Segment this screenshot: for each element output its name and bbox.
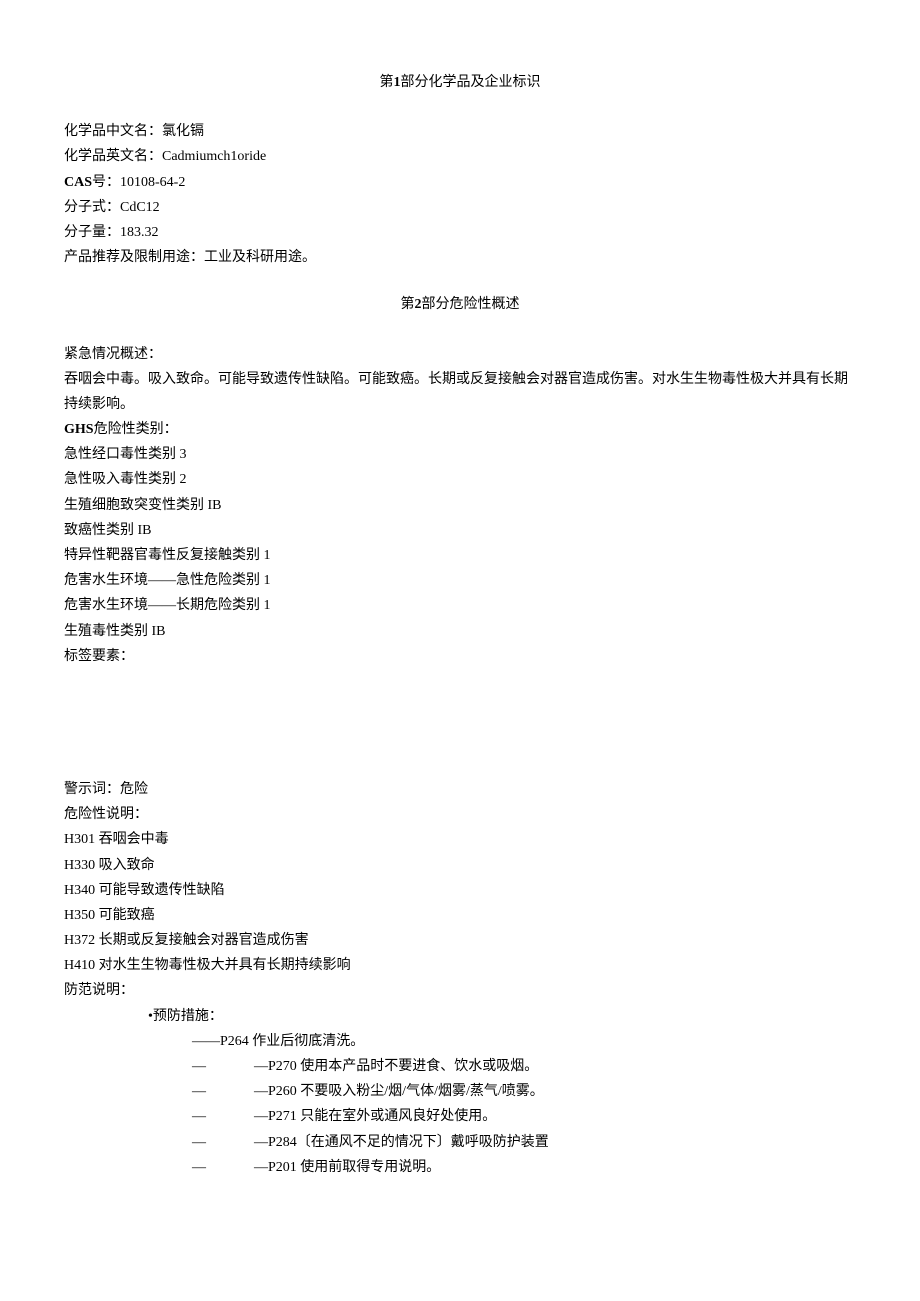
dash: — [192, 1160, 206, 1175]
title-part: 部分化学品及企业标识 [401, 75, 541, 90]
ghs-label: GHS危险性类别： [64, 417, 856, 442]
dash: — [192, 1135, 206, 1150]
dash: — [192, 1059, 206, 1074]
hazard-line: H350 可能致癌 [64, 903, 856, 928]
title-num: 2 [415, 297, 422, 312]
title-part: 第 [380, 75, 394, 90]
hazard-label: 危险性说明： [64, 802, 856, 827]
value: 氯化镉 [162, 124, 204, 139]
label-elem: 标签要素： [64, 644, 856, 669]
section1-content: 化学品中文名：氯化镉 化学品英文名：Cadmiumch1oride CAS号：1… [64, 119, 856, 270]
precaution-line: ——P264 作业后彻底清洗。 [64, 1029, 856, 1054]
field-name-en: 化学品英文名：Cadmiumch1oride [64, 144, 856, 169]
value: 10108-64-2 [120, 175, 185, 190]
precaution-bullet: •预防措施： [64, 1004, 856, 1029]
text: —P260 不要吸入粉尘/烟/气体/烟雾/蒸气/喷雾。 [254, 1084, 544, 1099]
hazard-line: H330 吸入致命 [64, 853, 856, 878]
ghs-line: 生殖毒性类别 IB [64, 619, 856, 644]
precaution-label: 防范说明： [64, 978, 856, 1003]
hazard-line: H301 吞咽会中毒 [64, 827, 856, 852]
section2-content: 紧急情况概述： 吞咽会中毒。吸入致命。可能导致遗传性缺陷。可能致癌。长期或反复接… [64, 342, 856, 1180]
text: —P201 使用前取得专用说明。 [254, 1160, 440, 1175]
title-part: 第 [401, 297, 415, 312]
label-bold: CAS [64, 175, 92, 190]
dash: — [192, 1109, 206, 1124]
label: 号： [92, 175, 120, 190]
label: 警示词： [64, 782, 120, 797]
label: 化学品中文名： [64, 124, 162, 139]
text: —P271 只能在室外或通风良好处使用。 [254, 1109, 496, 1124]
value: Cadmiumch1oride [162, 149, 266, 164]
precaution-line: — —P284〔在通风不足的情况下〕戴呼吸防护装置 [64, 1130, 856, 1155]
field-cas: CAS号：10108-64-2 [64, 170, 856, 195]
title-part: 部分危险性概述 [422, 297, 520, 312]
section1-title: 第1部分化学品及企业标识 [64, 70, 856, 95]
value: 183.32 [120, 225, 159, 240]
ghs-suffix: 危险性类别： [94, 422, 178, 437]
ghs-line: 生殖细胞致突变性类别 IB [64, 493, 856, 518]
field-use: 产品推荐及限制用途：工业及科研用途。 [64, 245, 856, 270]
value: CdC12 [120, 200, 160, 215]
text: —P270 使用本产品时不要进食、饮水或吸烟。 [254, 1059, 538, 1074]
label: 产品推荐及限制用途： [64, 250, 204, 265]
title-num: 1 [394, 75, 401, 90]
ghs-line: 致癌性类别 IB [64, 518, 856, 543]
ghs-line: 危害水生环境——长期危险类别 1 [64, 593, 856, 618]
ghs-line: 危害水生环境——急性危险类别 1 [64, 568, 856, 593]
precaution-line: — —P270 使用本产品时不要进食、饮水或吸烟。 [64, 1054, 856, 1079]
precaution-line: — —P260 不要吸入粉尘/烟/气体/烟雾/蒸气/喷雾。 [64, 1079, 856, 1104]
field-formula: 分子式：CdC12 [64, 195, 856, 220]
precaution-line: — —P201 使用前取得专用说明。 [64, 1155, 856, 1180]
ghs-prefix: GHS [64, 422, 94, 437]
emergency-label: 紧急情况概述： [64, 342, 856, 367]
text: —P284〔在通风不足的情况下〕戴呼吸防护装置 [254, 1135, 549, 1150]
label: 分子量： [64, 225, 120, 240]
emergency-text: 吞咽会中毒。吸入致命。可能导致遗传性缺陷。可能致癌。长期或反复接触会对器官造成伤… [64, 367, 856, 417]
precaution-line: — —P271 只能在室外或通风良好处使用。 [64, 1104, 856, 1129]
dash: — [192, 1084, 206, 1099]
hazard-line: H372 长期或反复接触会对器官造成伤害 [64, 928, 856, 953]
value: 工业及科研用途。 [204, 250, 316, 265]
ghs-line: 急性吸入毒性类别 2 [64, 467, 856, 492]
ghs-line: 急性经口毒性类别 3 [64, 442, 856, 467]
field-name-cn: 化学品中文名：氯化镉 [64, 119, 856, 144]
signal-word: 警示词：危险 [64, 777, 856, 802]
value: 危险 [120, 782, 148, 797]
hazard-line: H340 可能导致遗传性缺陷 [64, 878, 856, 903]
hazard-line: H410 对水生生物毒性极大并具有长期持续影响 [64, 953, 856, 978]
field-mw: 分子量：183.32 [64, 220, 856, 245]
section2-title: 第2部分危险性概述 [64, 292, 856, 317]
label: 化学品英文名： [64, 149, 162, 164]
ghs-line: 特异性靶器官毒性反复接触类别 1 [64, 543, 856, 568]
label: 分子式： [64, 200, 120, 215]
